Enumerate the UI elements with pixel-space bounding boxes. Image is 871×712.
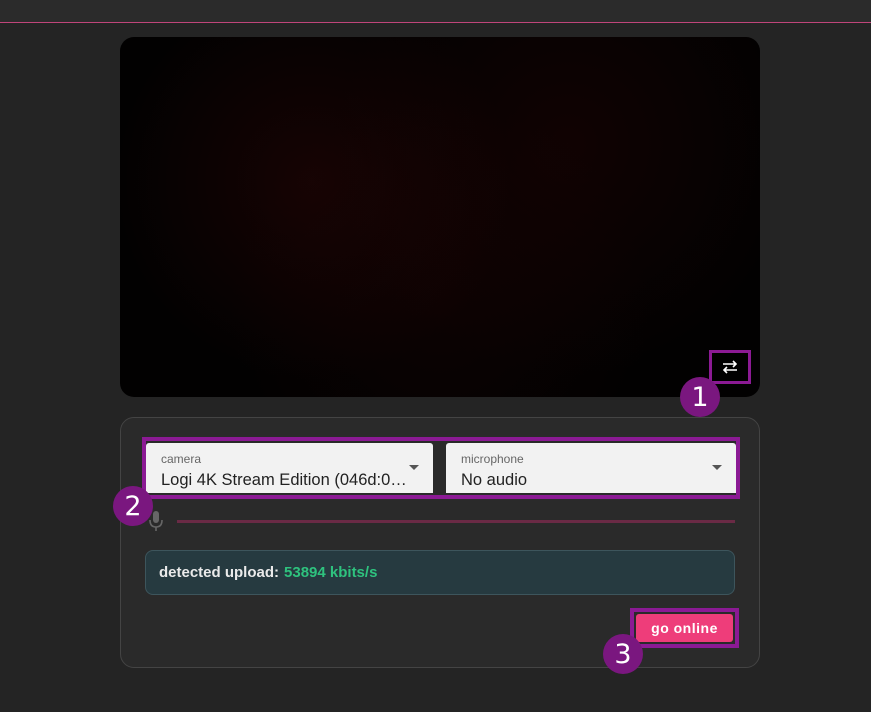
top-bar	[0, 0, 871, 23]
swap-horizontal-icon	[722, 360, 738, 374]
mic-level-meter	[177, 520, 735, 523]
upload-label: detected upload:	[159, 564, 280, 581]
upload-value: 53894 kbits/s	[284, 564, 378, 581]
camera-preview	[120, 37, 760, 397]
camera-select-value: Logi 4K Stream Edition (046d:0…	[161, 471, 407, 489]
upload-status: detected upload: 53894 kbits/s	[145, 550, 735, 595]
microphone-select-value: No audio	[461, 471, 528, 489]
flip-camera-button[interactable]	[709, 350, 751, 384]
microphone-select-label: microphone	[461, 452, 524, 466]
video-feed	[120, 37, 760, 397]
annotation-marker-2: 2	[113, 486, 153, 526]
chevron-down-icon	[712, 465, 722, 470]
go-online-button[interactable]: go online	[636, 614, 733, 642]
microphone-icon	[149, 511, 163, 531]
device-selects: camera Logi 4K Stream Edition (046d:0… m…	[142, 437, 740, 499]
camera-select[interactable]: camera Logi 4K Stream Edition (046d:0…	[146, 443, 433, 493]
go-online-wrapper: go online	[630, 608, 739, 648]
microphone-select[interactable]: microphone No audio	[446, 443, 736, 493]
annotation-marker-3: 3	[603, 634, 643, 674]
camera-select-label: camera	[161, 452, 202, 466]
annotation-marker-1: 1	[680, 377, 720, 417]
chevron-down-icon	[409, 465, 419, 470]
